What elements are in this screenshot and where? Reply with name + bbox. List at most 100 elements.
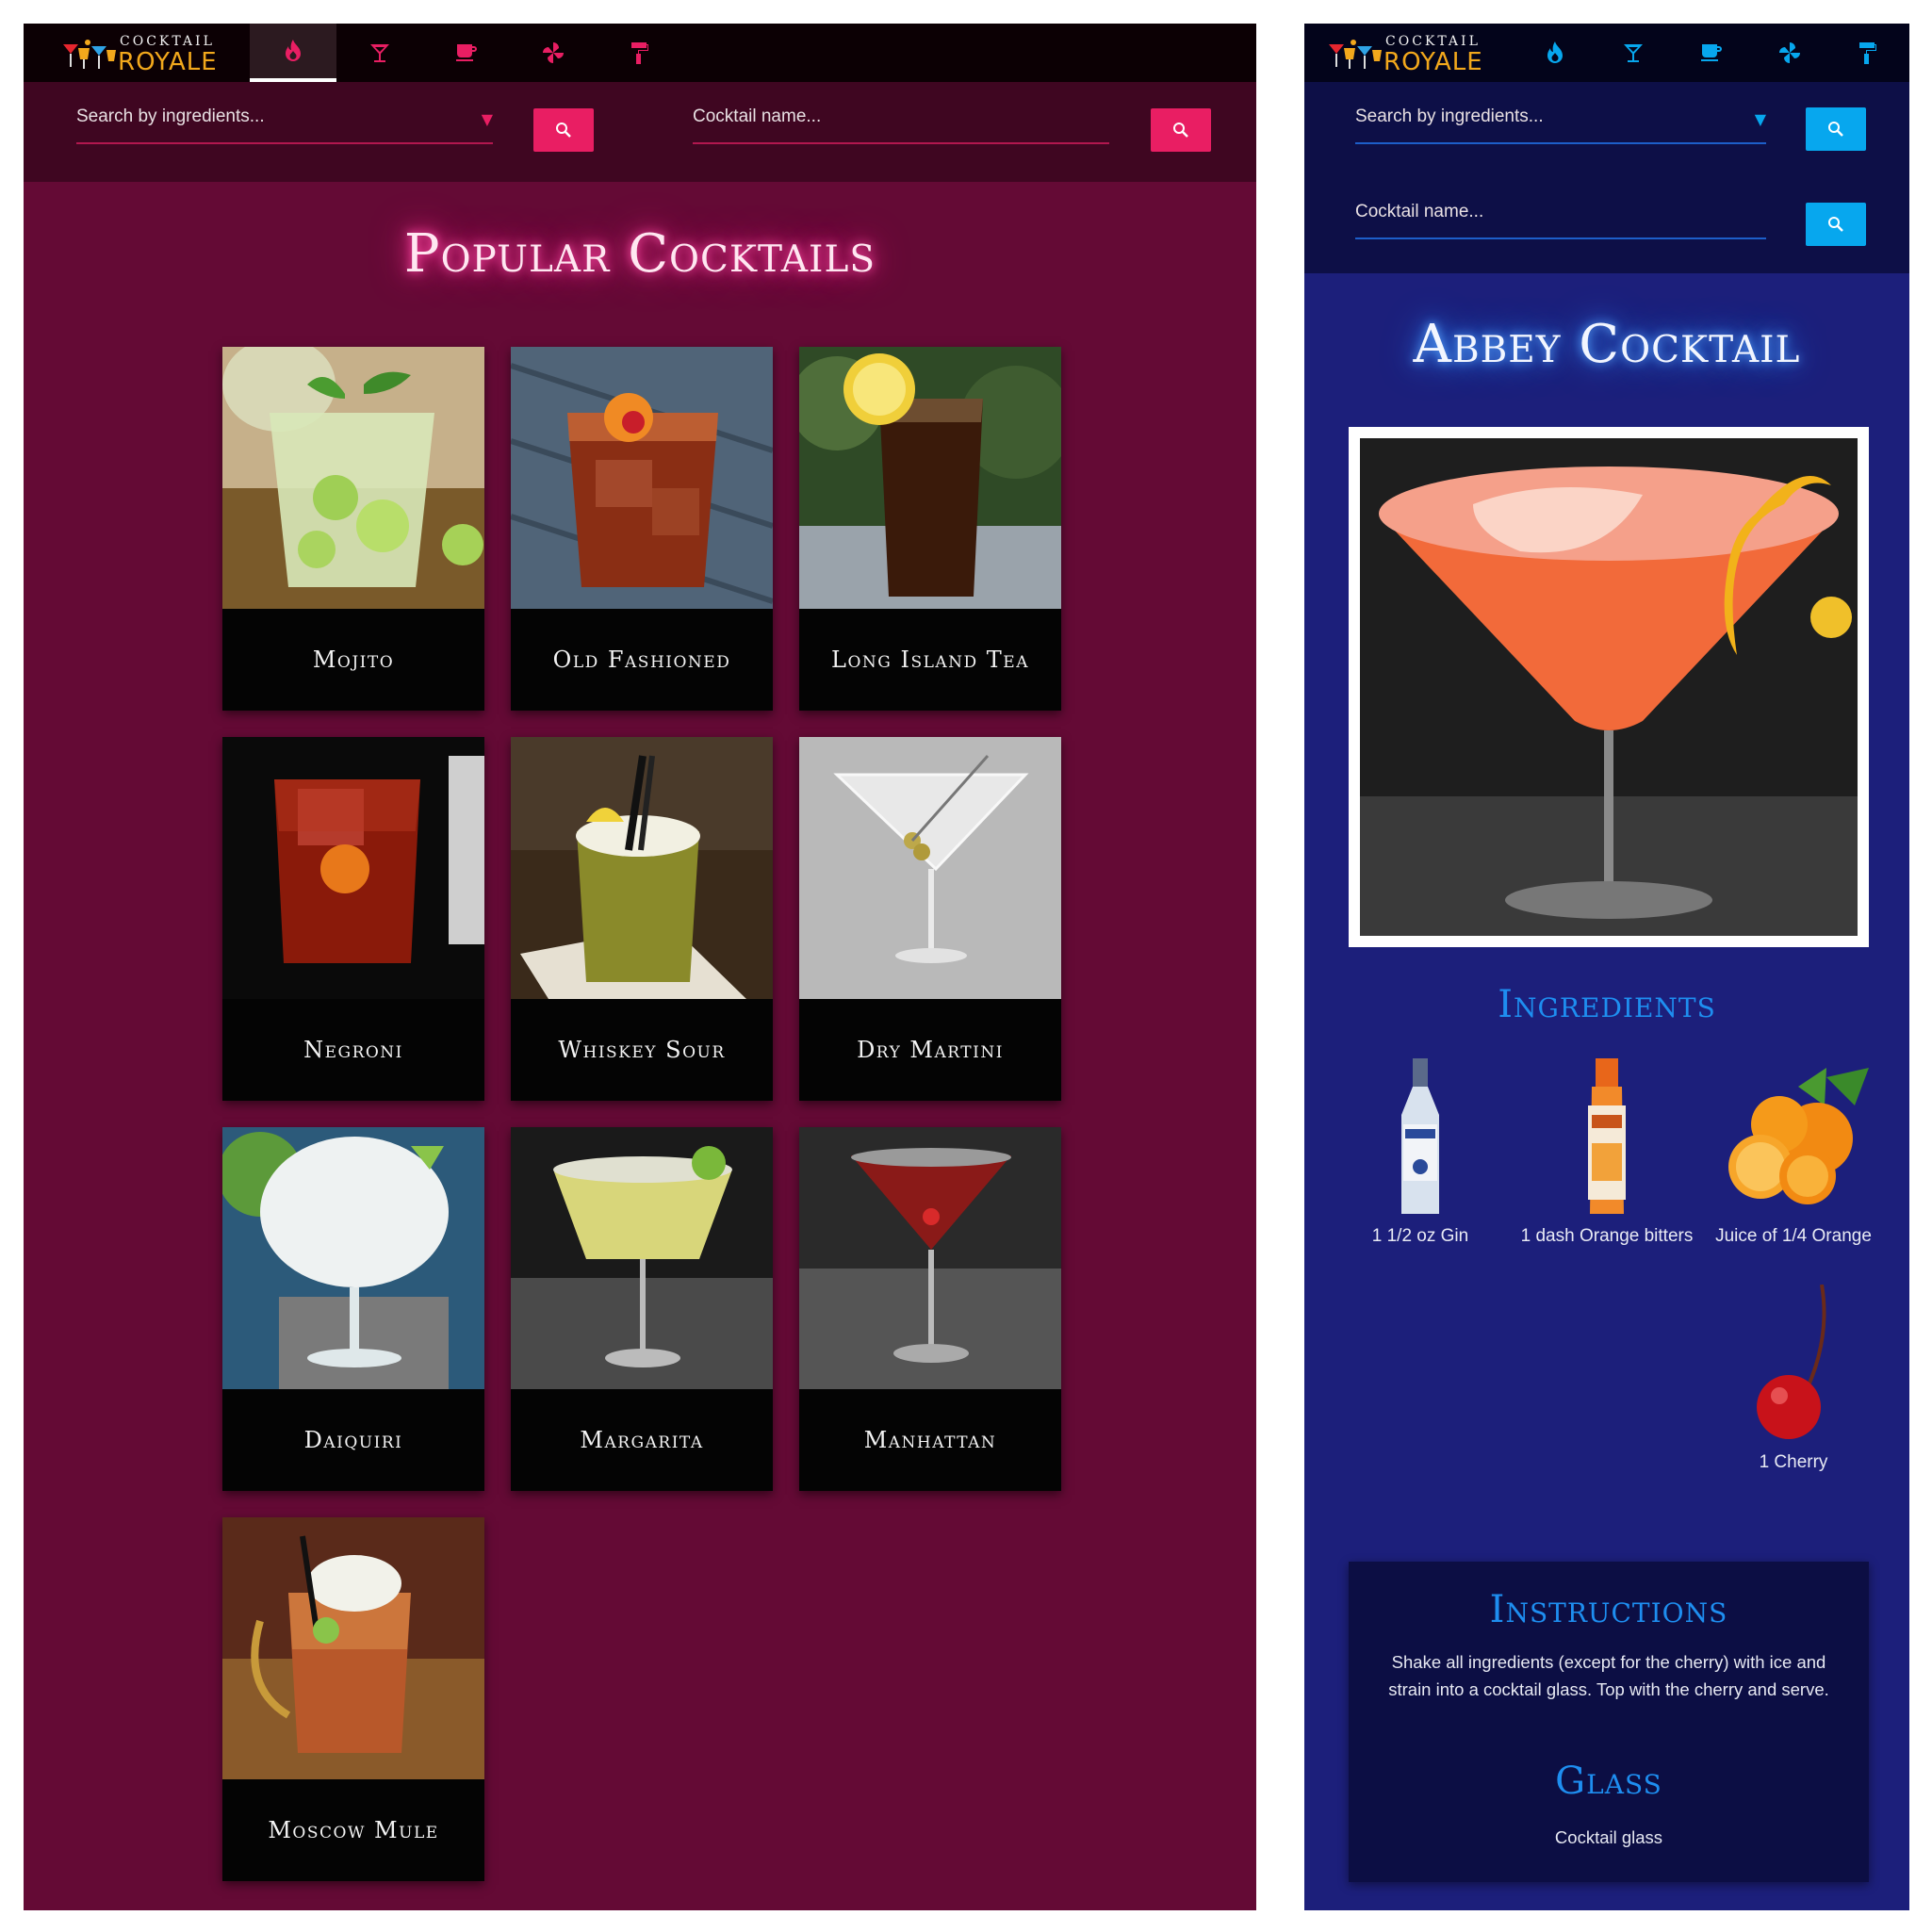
instructions-text: Shake all ingredients (except for the ch…: [1388, 1652, 1829, 1699]
cocktail-name: Moscow Mule: [268, 1817, 439, 1843]
top-nav-bar: COCKTAIL ROYALE: [24, 24, 1256, 82]
cocktail-name: Daiquiri: [303, 1427, 403, 1453]
logo-word-royale: ROYALE: [1384, 48, 1483, 76]
ingredients-search-field[interactable]: Search by ingredients... ▼: [76, 97, 493, 144]
nav-theme-tab[interactable]: [1830, 24, 1906, 82]
ingredient-label: 1 1/2 oz Gin: [1371, 1226, 1469, 1246]
ingredient-cherry: 1 Cherry: [1704, 1277, 1883, 1476]
nav-random-tab[interactable]: [510, 24, 597, 82]
fire-icon: [1547, 41, 1563, 63]
glass-heading: Glass: [1555, 1760, 1662, 1803]
negroni-photo: [222, 737, 484, 999]
gin-bottle-icon: [1401, 1057, 1439, 1214]
cocktail-name: Margarita: [580, 1427, 704, 1453]
cocktail-card-dry-martini[interactable]: Dry Martini: [799, 737, 1061, 1101]
abbey-cocktail-photo: [1360, 438, 1858, 936]
logo-word-cocktail: COCKTAIL: [1385, 34, 1481, 49]
glass-text: Cocktail glass: [1554, 1827, 1663, 1847]
nav-theme-tab[interactable]: [597, 24, 683, 82]
paint-roller-icon: [631, 42, 648, 64]
cocktail-name: Negroni: [303, 1037, 403, 1063]
cocktail-card-old-fashioned[interactable]: Old Fashioned: [511, 347, 773, 711]
nav-popular-tab[interactable]: [1517, 24, 1593, 82]
mojito-photo: [222, 347, 484, 609]
cocktail-name: Manhattan: [863, 1427, 997, 1453]
cocktail-card-manhattan[interactable]: Manhattan: [799, 1127, 1061, 1491]
dry-martini-photo: [799, 737, 1061, 999]
cherry-icon: [1757, 1284, 1826, 1439]
long-island-tea-photo: [799, 347, 1061, 609]
coffee-cup-icon: [1701, 44, 1722, 61]
ingredient-label: 1 Cherry: [1759, 1452, 1828, 1472]
cocktail-royale-logo[interactable]: COCKTAIL ROYALE: [61, 31, 221, 78]
cocktail-detail-screen: COCKTAIL ROYALE Search by ingredients...…: [1304, 24, 1909, 1910]
moscow-mule-photo: [222, 1517, 484, 1779]
old-fashioned-photo: [511, 347, 773, 609]
cocktail-glass-icon: [370, 44, 389, 62]
cocktail-name-placeholder: Cocktail name...: [693, 106, 822, 126]
cocktail-name: Mojito: [312, 647, 395, 673]
ingredient-orange-bitters: 1 dash Orange bitters: [1517, 1051, 1696, 1250]
name-search-button[interactable]: [1806, 203, 1866, 246]
popular-cocktails-screen: COCKTAIL ROYALE Search by ingredients...…: [24, 24, 1256, 1910]
cocktail-name: Long Island Tea: [831, 647, 1029, 673]
nav-cocktails-tab[interactable]: [1596, 24, 1671, 82]
cocktail-name-field[interactable]: Cocktail name...: [1355, 192, 1766, 239]
cocktail-glass-icon: [1624, 44, 1643, 62]
cocktail-card-daiquiri[interactable]: Daiquiri: [222, 1127, 484, 1491]
cocktail-name: Dry Martini: [857, 1037, 1004, 1063]
instructions-heading: Instructions: [1489, 1588, 1728, 1631]
pinwheel-icon: [1779, 42, 1800, 63]
pinwheel-icon: [543, 42, 564, 63]
ingredient-label: 1 dash Orange bitters: [1520, 1226, 1694, 1246]
cocktail-royale-logo[interactable]: COCKTAIL ROYALE: [1327, 31, 1487, 78]
ingredients-placeholder: Search by ingredients...: [76, 106, 265, 126]
cocktail-card-mojito[interactable]: Mojito: [222, 347, 484, 711]
whiskey-sour-photo: [511, 737, 773, 999]
instructions-card: Instructions Shake all ingredients (exce…: [1349, 1562, 1869, 1882]
nav-cocktails-tab[interactable]: [336, 24, 423, 82]
search-icon: [1828, 122, 1843, 137]
nav-random-tab[interactable]: [1752, 24, 1827, 82]
page-title: Abbey Cocktail: [1413, 314, 1801, 375]
fire-icon: [286, 40, 301, 61]
daiquiri-photo: [222, 1127, 484, 1389]
cocktail-name-field[interactable]: Cocktail name...: [693, 97, 1109, 144]
ingredients-heading: Ingredients: [1498, 983, 1716, 1026]
manhattan-photo: [799, 1127, 1061, 1389]
cocktail-card-long-island-tea[interactable]: Long Island Tea: [799, 347, 1061, 711]
search-icon: [1828, 217, 1843, 232]
cocktail-card-margarita[interactable]: Margarita: [511, 1127, 773, 1491]
orange-icon: [1728, 1067, 1869, 1204]
logo-word-royale: ROYALE: [118, 48, 218, 76]
cocktail-name: Whiskey Sour: [558, 1037, 726, 1063]
logo-glasses-icon: [63, 40, 116, 69]
name-search-button[interactable]: [1151, 108, 1211, 152]
ingredient-label: Juice of 1/4 Orange: [1715, 1226, 1872, 1246]
cocktail-name-placeholder: Cocktail name...: [1355, 202, 1484, 221]
nav-coffee-tab[interactable]: [423, 24, 510, 82]
cocktail-card-whiskey-sour[interactable]: Whiskey Sour: [511, 737, 773, 1101]
ingredients-search-field[interactable]: Search by ingredients... ▼: [1355, 97, 1766, 144]
margarita-photo: [511, 1127, 773, 1389]
ingredients-search-button[interactable]: [1806, 107, 1866, 151]
nav-coffee-tab[interactable]: [1674, 24, 1749, 82]
search-icon: [556, 123, 571, 138]
cocktail-card-negroni[interactable]: Negroni: [222, 737, 484, 1101]
search-icon: [1173, 123, 1188, 138]
cocktail-card-moscow-mule[interactable]: Moscow Mule: [222, 1517, 484, 1881]
bitters-bottle-icon: [1588, 1057, 1626, 1214]
nav-popular-tab[interactable]: [250, 24, 336, 82]
dropdown-arrow-icon[interactable]: ▼: [1755, 110, 1766, 128]
search-bar: Search by ingredients... ▼ Cocktail name…: [24, 82, 1256, 182]
logo-glasses-icon: [1329, 40, 1382, 69]
page-title: Popular Cocktails: [403, 223, 876, 285]
logo-word-cocktail: COCKTAIL: [120, 34, 215, 49]
ingredient-orange-juice: Juice of 1/4 Orange: [1704, 1051, 1883, 1250]
coffee-cup-icon: [456, 44, 477, 61]
top-nav-bar: COCKTAIL ROYALE: [1304, 24, 1909, 82]
cocktail-photo-frame: [1349, 427, 1869, 947]
dropdown-arrow-icon[interactable]: ▼: [482, 110, 493, 128]
ingredients-search-button[interactable]: [533, 108, 594, 152]
cocktail-name: Old Fashioned: [552, 647, 731, 673]
